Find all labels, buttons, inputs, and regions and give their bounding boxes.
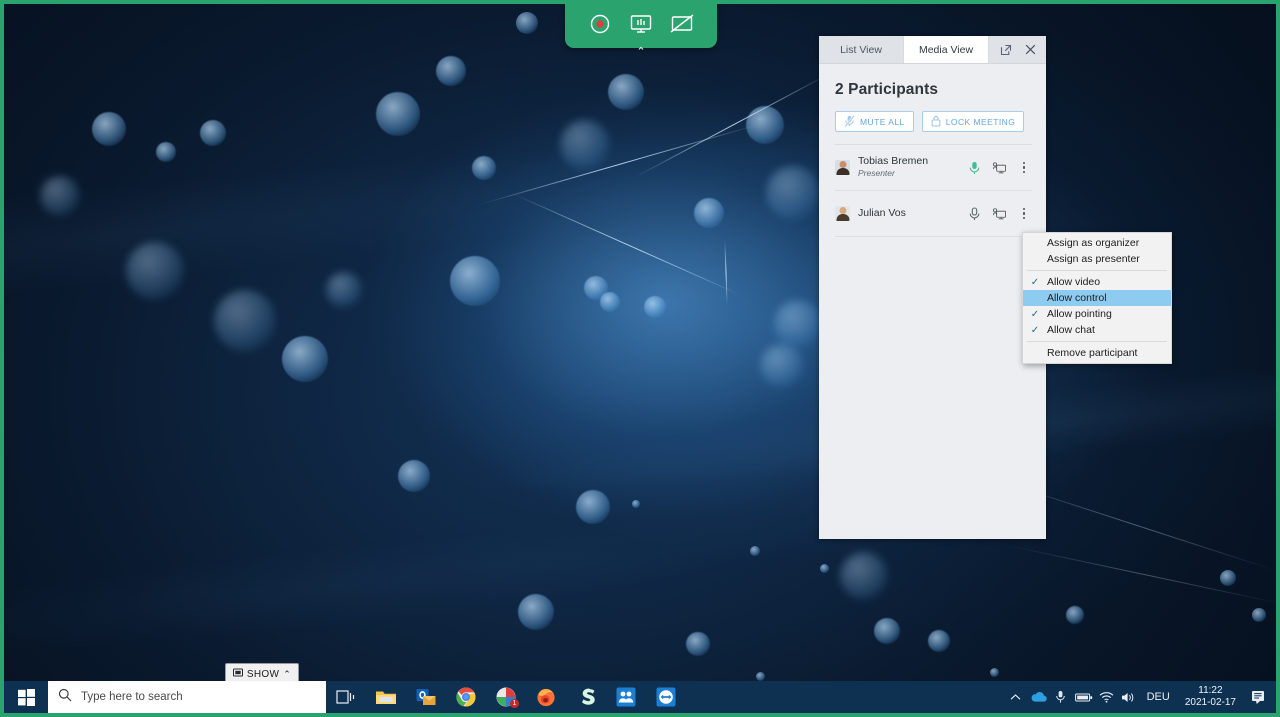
start-button[interactable] [4,681,48,713]
windows-taskbar: Type here to search 1 DEU 11:22 2021-02-… [4,681,1276,713]
table-row[interactable]: Tobias Bremen Presenter [835,145,1032,191]
menu-item-assign-as-organizer[interactable]: Assign as organizer [1023,235,1171,251]
menu-separator [1027,341,1167,342]
stop-sharing-button[interactable] [666,8,698,40]
panel-body: 2 Participants MUTE ALL LOCK MEETING Tob… [819,64,1046,539]
tab-media-view[interactable]: Media View [904,36,989,63]
task-view-icon[interactable] [326,681,366,713]
avatar [835,160,850,175]
participant-name: Tobias Bremen [858,155,929,168]
clock[interactable]: 11:22 2021-02-17 [1177,681,1244,713]
tab-list-view[interactable]: List View [819,36,904,63]
mic-muted-icon [844,114,855,129]
participant-actions [968,160,1032,176]
screen-share-toolbar [565,4,717,48]
tab-list-view-label: List View [840,43,882,56]
menu-item-label: Allow chat [1047,324,1095,336]
participant-names: Julian Vos [858,206,960,220]
lock-icon [931,115,941,129]
pop-out-icon[interactable] [995,39,1017,61]
close-icon[interactable] [1019,39,1041,61]
participant-context-menu: Assign as organizer Assign as presenter … [1022,232,1172,364]
notification-badge: 1 [510,699,519,708]
chrome-icon[interactable] [446,681,486,713]
menu-item-allow-pointing[interactable]: ✓ Allow pointing [1023,306,1171,322]
microphone-icon[interactable] [1050,681,1072,713]
search-placeholder: Type here to search [81,691,183,703]
participants-panel: List View Media View 2 Participants MUTE… [819,36,1046,539]
check-icon: ✓ [1030,276,1040,288]
wifi-icon[interactable] [1096,681,1118,713]
search-icon [58,688,72,707]
screen-share-icon[interactable] [993,207,1006,220]
record-button[interactable] [584,8,616,40]
participant-names: Tobias Bremen Presenter [858,156,960,178]
menu-item-label: Assign as presenter [1047,253,1140,265]
meeting-people-icon[interactable] [606,681,646,713]
clock-time: 11:22 [1198,684,1223,696]
page-title: 2 Participants [835,81,939,98]
microphone-icon[interactable] [968,206,981,220]
panel-tab-icons [989,36,1046,63]
language-indicator[interactable]: DEU [1140,681,1177,713]
show-button-label: SHOW [246,669,280,680]
action-center-icon[interactable] [1244,681,1274,713]
lock-meeting-button[interactable]: LOCK MEETING [921,111,1025,132]
show-hidden-icons-icon[interactable] [1005,681,1027,713]
panel-actions: MUTE ALL LOCK MEETING [835,111,1032,132]
menu-item-label: Remove participant [1047,347,1138,359]
participant-menu-button[interactable] [1018,160,1030,176]
share-toolbar-collapse-caret[interactable]: ⌃ [632,44,650,58]
shared-screen-frame: ⌃ List View Media View 2 Participants MU… [0,0,1280,717]
desktop: ⌃ List View Media View 2 Participants MU… [4,4,1276,713]
volume-icon[interactable] [1118,681,1140,713]
file-explorer-icon[interactable] [366,681,406,713]
onedrive-icon[interactable] [1027,681,1050,713]
menu-item-assign-as-presenter[interactable]: Assign as presenter [1023,251,1171,267]
outlook-icon[interactable] [406,681,446,713]
monitor-icon [232,668,243,681]
screen-share-icon[interactable] [993,161,1006,174]
participant-menu-button[interactable] [1018,206,1030,222]
menu-item-label: Allow control [1047,292,1107,304]
firefox-icon[interactable] [526,681,566,713]
lock-meeting-label: LOCK MEETING [945,116,1016,127]
skype-s-icon[interactable] [566,681,606,713]
menu-item-allow-video[interactable]: ✓ Allow video [1023,274,1171,290]
menu-item-label: Allow video [1047,276,1101,288]
blue-arrows-icon[interactable] [646,681,686,713]
menu-item-label: Assign as organizer [1047,237,1140,249]
system-tray: DEU 11:22 2021-02-17 [1005,681,1276,713]
participant-name: Julian Vos [858,206,906,219]
chevron-up-icon: ⌃ [283,669,292,679]
check-icon: ✓ [1030,324,1040,336]
menu-item-allow-control[interactable]: Allow control [1023,290,1171,306]
share-screen-button[interactable] [625,8,657,40]
menu-item-allow-chat[interactable]: ✓ Allow chat [1023,322,1171,338]
microphone-icon[interactable] [968,161,981,174]
battery-icon[interactable] [1072,681,1096,713]
participant-role: Presenter [858,168,895,179]
menu-separator [1027,270,1167,271]
menu-item-remove-participant[interactable]: Remove participant [1023,345,1171,361]
red-app-icon[interactable]: 1 [486,681,526,713]
tab-media-view-label: Media View [918,43,974,56]
avatar [835,206,850,221]
menu-item-label: Allow pointing [1047,308,1112,320]
search-input[interactable]: Type here to search [48,681,326,713]
panel-tabbar: List View Media View [819,36,1046,64]
clock-date: 2021-02-17 [1184,697,1236,708]
mute-all-button[interactable]: MUTE ALL [835,111,914,132]
participant-actions [968,206,1032,222]
check-icon: ✓ [1030,308,1040,320]
mute-all-label: MUTE ALL [860,116,905,127]
table-row[interactable]: Julian Vos [835,191,1032,237]
